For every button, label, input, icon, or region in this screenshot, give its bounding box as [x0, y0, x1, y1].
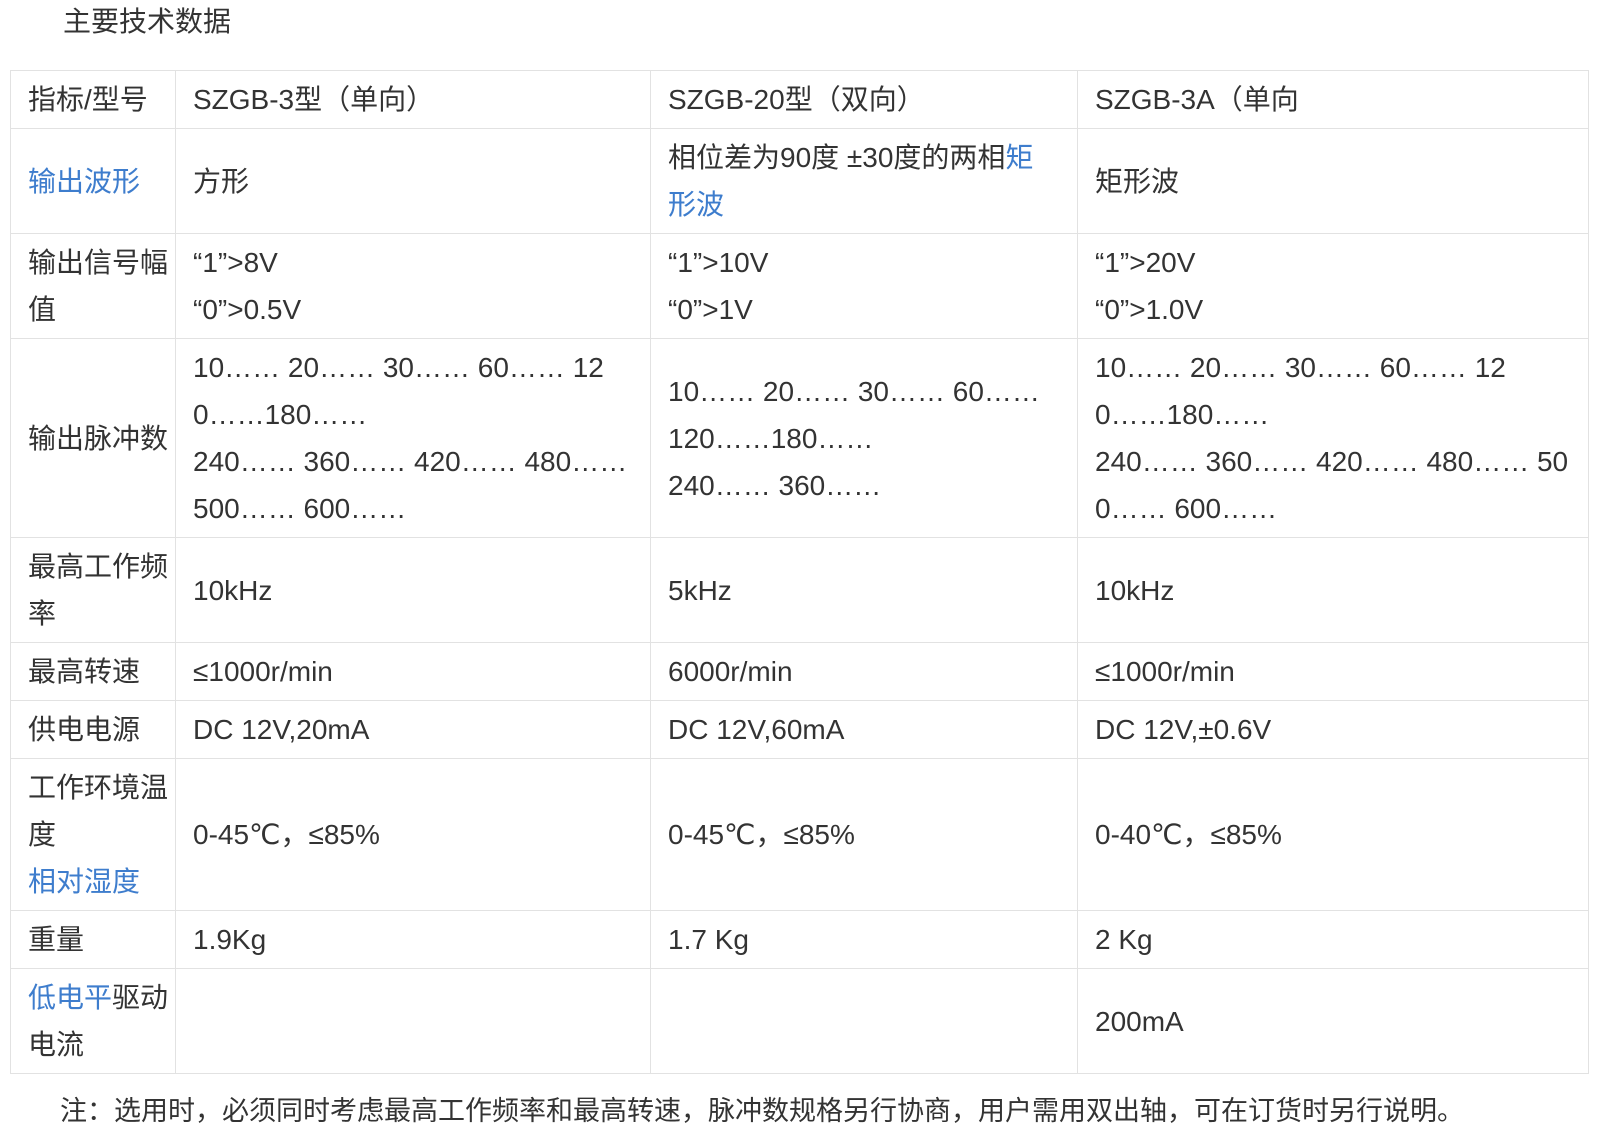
cell-pulses-szgb3a: 10…… 20…… 30…… 60…… 120……180……240…… 360……: [1078, 339, 1589, 538]
footnote: 注：选用时，必须同时考虑最高工作频率和最高转速，脉冲数规格另行协商，用户需用双出…: [60, 1088, 1605, 1135]
cell-environment-szgb3: 0-45℃，≤85%: [176, 759, 651, 911]
cell-speed-szgb20: 6000r/min: [651, 643, 1078, 701]
row-max-speed: 最高转速 ≤1000r/min 6000r/min ≤1000r/min: [11, 643, 1589, 701]
cell-pulses-szgb3: 10…… 20…… 30…… 60…… 120……180……240…… 360……: [176, 339, 651, 538]
cell-drive-szgb20: [651, 969, 1078, 1074]
cell-label-output-pulses: 输出脉冲数: [11, 339, 176, 538]
label-drive-current: 低电平驱动电流: [28, 974, 169, 1068]
page: 主要技术数据 指标/型号 SZGB-3型（单向） SZGB-20型（双向） SZ…: [0, 2, 1605, 1135]
label-working-env-temperature: 工作环境温度: [28, 764, 169, 858]
cell-waveform-szgb3a: 矩形波: [1078, 129, 1589, 234]
row-weight: 重量 1.9Kg 1.7 Kg 2 Kg: [11, 911, 1589, 969]
row-environment: 工作环境温度 相对湿度 0-45℃，≤85% 0-45℃，≤85% 0-40℃，…: [11, 759, 1589, 911]
header-model-szgb20: SZGB-20型（双向）: [651, 71, 1078, 129]
waveform-szgb20-text: 相位差为90度 ±30度的两相: [668, 142, 1005, 173]
cell-frequency-szgb20: 5kHz: [651, 538, 1078, 643]
cell-frequency-szgb3: 10kHz: [176, 538, 651, 643]
cell-amplitude-szgb3a: “1”>20V“0”>1.0V: [1078, 234, 1589, 339]
cell-speed-szgb3a: ≤1000r/min: [1078, 643, 1589, 701]
cell-power-szgb3a: DC 12V,±0.6V: [1078, 701, 1589, 759]
cell-speed-szgb3: ≤1000r/min: [176, 643, 651, 701]
cell-label-max-frequency: 最高工作频率: [11, 538, 176, 643]
cell-drive-szgb3a: 200mA: [1078, 969, 1589, 1074]
page-title: 主要技术数据: [63, 2, 1605, 42]
row-max-frequency: 最高工作频率 10kHz 5kHz 10kHz: [11, 538, 1589, 643]
cell-label-output-amplitude: 输出信号幅值: [11, 234, 176, 339]
cell-label-environment: 工作环境温度 相对湿度: [11, 759, 176, 911]
cell-frequency-szgb3a: 10kHz: [1078, 538, 1589, 643]
cell-label-output-waveform: 输出波形: [11, 129, 176, 234]
cell-waveform-szgb3: 方形: [176, 129, 651, 234]
cell-environment-szgb3a: 0-40℃，≤85%: [1078, 759, 1589, 911]
row-power-supply: 供电电源 DC 12V,20mA DC 12V,60mA DC 12V,±0.6…: [11, 701, 1589, 759]
header-indicator: 指标/型号: [11, 71, 176, 129]
spec-table: 指标/型号 SZGB-3型（单向） SZGB-20型（双向） SZGB-3A（单…: [10, 70, 1589, 1074]
cell-waveform-szgb20: 相位差为90度 ±30度的两相矩形波: [651, 129, 1078, 234]
row-drive-current: 低电平驱动电流 200mA: [11, 969, 1589, 1074]
link-output-waveform[interactable]: 输出波形: [28, 166, 140, 197]
row-output-pulses: 输出脉冲数 10…… 20…… 30…… 60…… 120……180……240……: [11, 339, 1589, 538]
cell-pulses-szgb20: 10…… 20…… 30…… 60…… 120……180……240…… 360……: [651, 339, 1078, 538]
cell-label-weight: 重量: [11, 911, 176, 969]
cell-label-drive-current: 低电平驱动电流: [11, 969, 176, 1074]
row-output-amplitude: 输出信号幅值 “1”>8V“0”>0.5V “1”>10V“0”>1V “1”>…: [11, 234, 1589, 339]
cell-weight-szgb3: 1.9Kg: [176, 911, 651, 969]
cell-weight-szgb20: 1.7 Kg: [651, 911, 1078, 969]
link-low-level[interactable]: 低电平: [28, 982, 112, 1013]
cell-power-szgb20: DC 12V,60mA: [651, 701, 1078, 759]
cell-power-szgb3: DC 12V,20mA: [176, 701, 651, 759]
header-model-szgb3: SZGB-3型（单向）: [176, 71, 651, 129]
cell-environment-szgb20: 0-45℃，≤85%: [651, 759, 1078, 911]
cell-label-max-speed: 最高转速: [11, 643, 176, 701]
cell-amplitude-szgb20: “1”>10V“0”>1V: [651, 234, 1078, 339]
cell-label-power-supply: 供电电源: [11, 701, 176, 759]
cell-amplitude-szgb3: “1”>8V“0”>0.5V: [176, 234, 651, 339]
header-model-szgb3a: SZGB-3A（单向: [1078, 71, 1589, 129]
cell-drive-szgb3: [176, 969, 651, 1074]
header-row: 指标/型号 SZGB-3型（单向） SZGB-20型（双向） SZGB-3A（单…: [11, 71, 1589, 129]
row-output-waveform: 输出波形 方形 相位差为90度 ±30度的两相矩形波 矩形波: [11, 129, 1589, 234]
cell-weight-szgb3a: 2 Kg: [1078, 911, 1589, 969]
link-relative-humidity[interactable]: 相对湿度: [28, 866, 140, 897]
